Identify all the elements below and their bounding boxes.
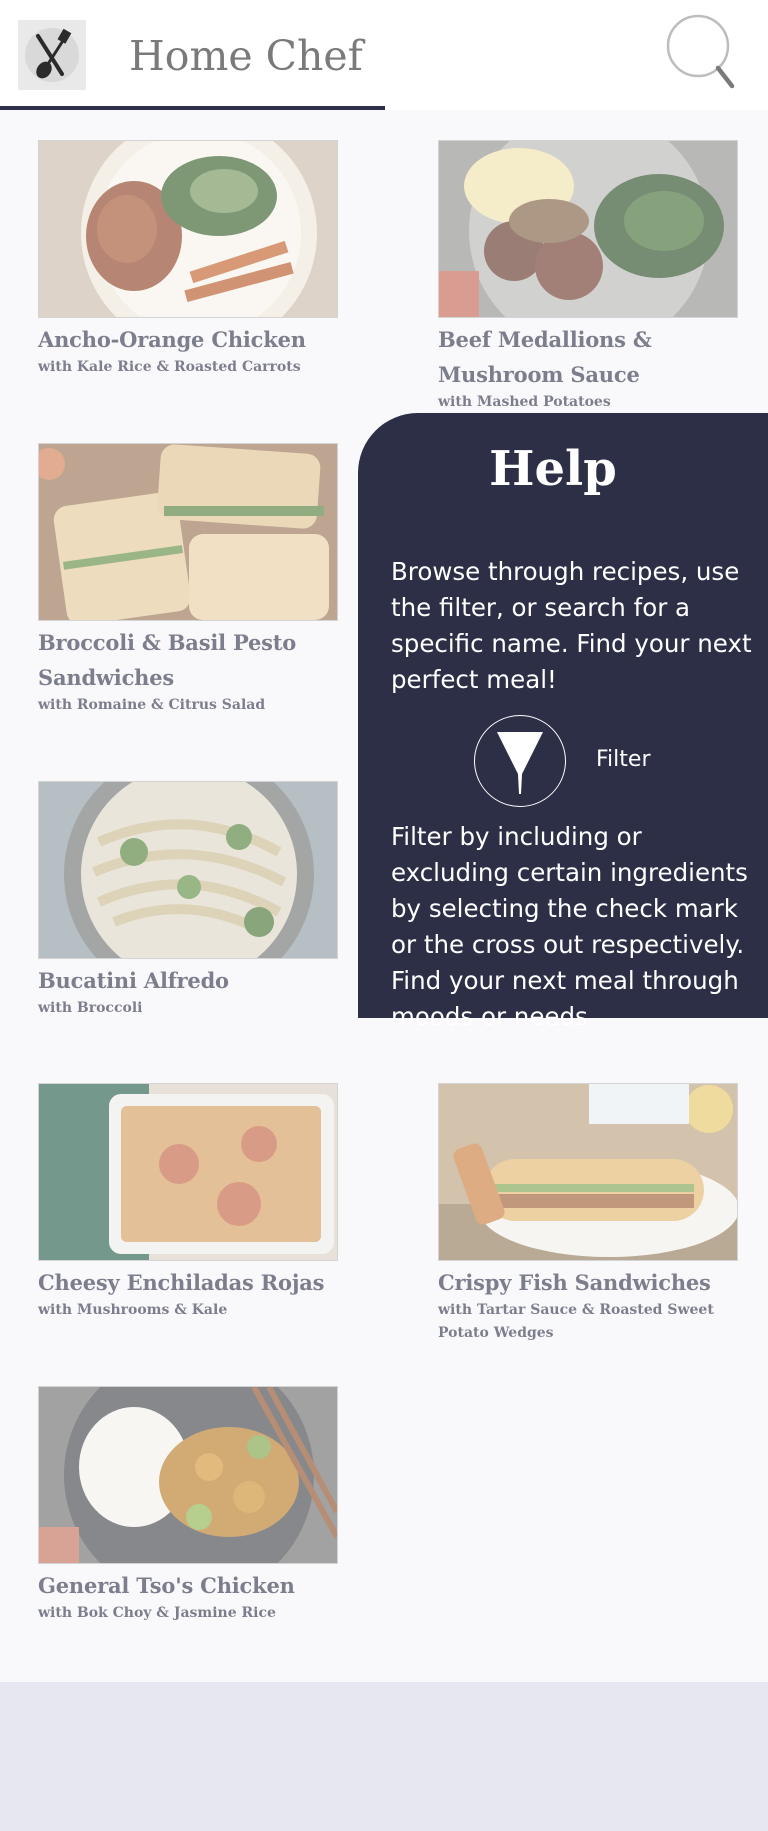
recipe-subtitle: with Mushrooms & Kale	[38, 1302, 228, 1318]
recipe-name[interactable]: General Tso's Chicken	[38, 1568, 338, 1603]
recipe-subtitle: with Tartar Sauce & Roasted Sweet Potato…	[438, 1302, 714, 1341]
recipe-card[interactable]: Crispy Fish Sandwiches with Tartar Sauce…	[438, 1083, 738, 1345]
recipe-name[interactable]: Bucatini Alfredo	[38, 963, 338, 998]
help-intro-text: Browse through recipes, use the filter, …	[391, 557, 752, 694]
app-title: Home Chef	[129, 32, 363, 80]
recipe-card[interactable]: General Tso's Chicken with Bok Choy & Ja…	[38, 1386, 338, 1625]
recipe-name[interactable]: Cheesy Enchiladas Rojas	[38, 1265, 338, 1300]
recipe-photo	[38, 1083, 338, 1261]
recipe-subtitle: with Kale Rice & Roasted Carrots	[38, 359, 301, 375]
recipe-card[interactable]: Ancho-Orange Chicken with Kale Rice & Ro…	[38, 140, 338, 379]
app-header: Home Chef	[0, 0, 768, 111]
help-title: Help	[489, 441, 617, 497]
recipe-card[interactable]: Beef Medallions & Mushroom Sauce with Ma…	[438, 140, 738, 414]
recipe-photo	[438, 140, 738, 318]
help-filter-text: Filter by including or excluding certain…	[391, 822, 748, 1031]
recipe-photo	[38, 443, 338, 621]
recipe-subtitle: with Romaine & Citrus Salad	[38, 697, 266, 713]
recipe-name[interactable]: Crispy Fish Sandwiches	[438, 1265, 738, 1300]
recipe-card[interactable]: Cheesy Enchiladas Rojas with Mushrooms &…	[38, 1083, 338, 1322]
filter-icon	[474, 715, 566, 807]
help-panel: Help Browse through recipes, use the fil…	[358, 413, 768, 1031]
recipe-name[interactable]: Beef Medallions & Mushroom Sauce	[438, 322, 738, 392]
recipe-card[interactable]: Broccoli & Basil Pesto Sandwiches with R…	[38, 443, 338, 717]
search-icon[interactable]	[662, 12, 742, 94]
recipe-photo	[438, 1083, 738, 1261]
recipe-photo	[38, 1386, 338, 1564]
recipe-subtitle: with Broccoli	[38, 1000, 143, 1016]
recipe-name[interactable]: Broccoli & Basil Pesto Sandwiches	[38, 625, 338, 695]
recipe-photo	[38, 781, 338, 959]
filter-label: Filter	[596, 747, 651, 772]
recipe-photo	[38, 140, 338, 318]
recipe-card[interactable]: Bucatini Alfredo with Broccoli	[38, 781, 338, 1020]
recipe-subtitle: with Mashed Potatoes	[438, 394, 611, 410]
utensils-icon[interactable]	[18, 20, 86, 90]
recipe-subtitle: with Bok Choy & Jasmine Rice	[38, 1605, 276, 1621]
recipe-name[interactable]: Ancho-Orange Chicken	[38, 322, 338, 357]
